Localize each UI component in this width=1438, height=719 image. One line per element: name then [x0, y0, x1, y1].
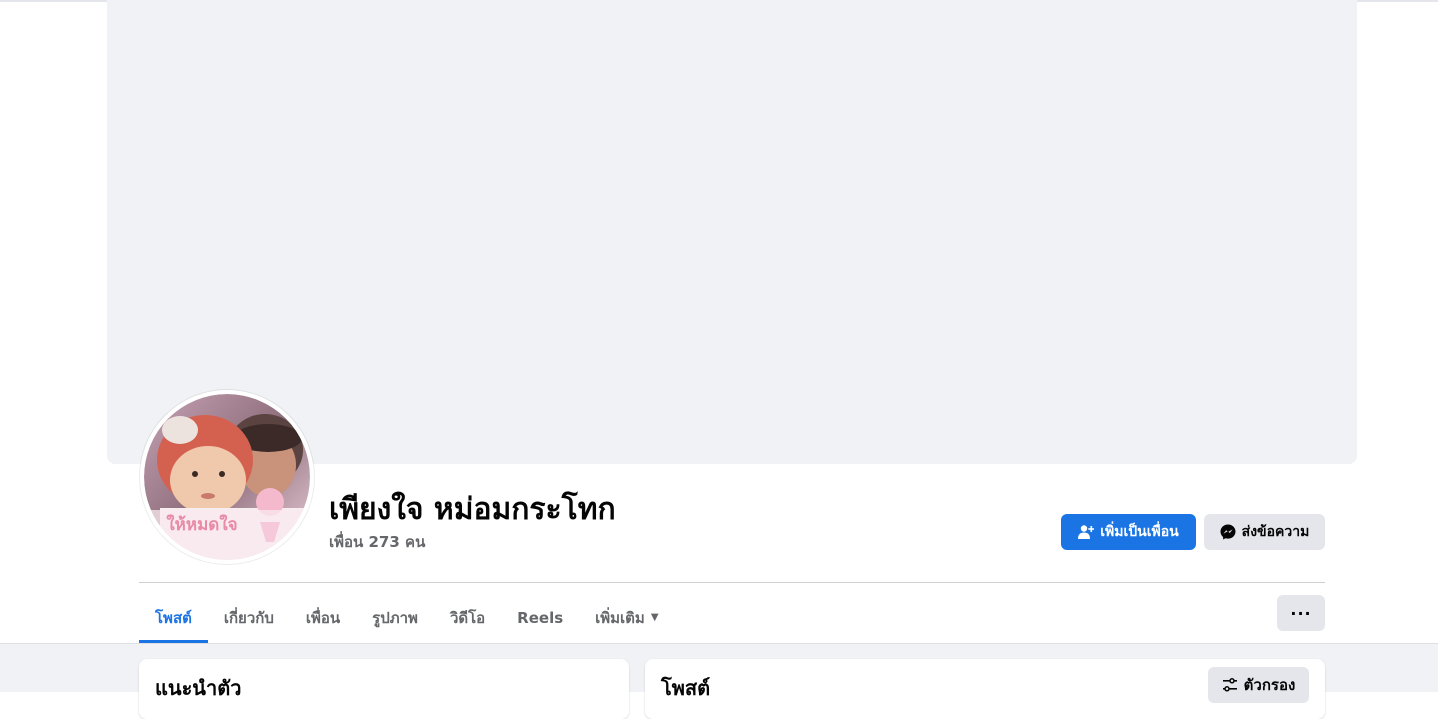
filter-button[interactable]: ตัวกรอง [1208, 667, 1309, 703]
tab-photos[interactable]: รูปภาพ [356, 592, 434, 643]
avatar-photo: ให้หมดใจ [140, 390, 314, 564]
tab-posts[interactable]: โพสต์ [139, 592, 208, 643]
tab-friends-label: เพื่อน [305, 608, 341, 627]
tab-friends[interactable]: เพื่อน [290, 592, 356, 643]
profile-name: เพียงใจ หม่อมกระโทก [329, 492, 616, 527]
message-label: ส่งข้อความ [1241, 524, 1310, 540]
friends-count[interactable]: เพื่อน 273 คน [329, 530, 425, 554]
avatar-caption: ให้หมดใจ [166, 514, 237, 535]
tab-more[interactable]: เพิ่มเติม ▼ [579, 592, 674, 643]
tab-more-label: เพิ่มเติม [595, 608, 645, 627]
tab-reels-label: Reels [517, 608, 564, 627]
messenger-icon [1220, 524, 1236, 540]
add-friend-label: เพิ่มเป็นเพื่อน [1100, 524, 1179, 540]
tab-about[interactable]: เกี่ยวกับ [208, 592, 290, 643]
tab-videos-label: วิดีโอ [449, 608, 486, 627]
intro-card: แนะนำตัว [139, 659, 629, 719]
tab-videos[interactable]: วิดีโอ [434, 592, 501, 643]
caret-down-icon: ▼ [650, 612, 659, 623]
profile-divider [139, 582, 1325, 583]
filter-label: ตัวกรอง [1243, 676, 1296, 694]
add-friend-icon [1078, 524, 1095, 540]
tab-reels[interactable]: Reels [501, 592, 579, 643]
add-friend-button[interactable]: เพิ่มเป็นเพื่อน [1061, 514, 1196, 550]
message-button[interactable]: ส่งข้อความ [1204, 514, 1325, 550]
tab-photos-label: รูปภาพ [372, 608, 418, 627]
more-options-label: ··· [1290, 603, 1312, 623]
tab-about-label: เกี่ยวกับ [223, 608, 274, 627]
more-options-button[interactable]: ··· [1277, 595, 1325, 631]
posts-title: โพสต์ [661, 676, 711, 700]
cover-photo[interactable] [107, 0, 1357, 464]
intro-title: แนะนำตัว [155, 676, 242, 700]
profile-tabs: โพสต์ เกี่ยวกับ เพื่อน รูปภาพ วิดีโอ Ree… [139, 592, 675, 643]
tab-posts-label: โพสต์ [155, 608, 192, 627]
profile-avatar[interactable]: ให้หมดใจ [140, 390, 314, 564]
